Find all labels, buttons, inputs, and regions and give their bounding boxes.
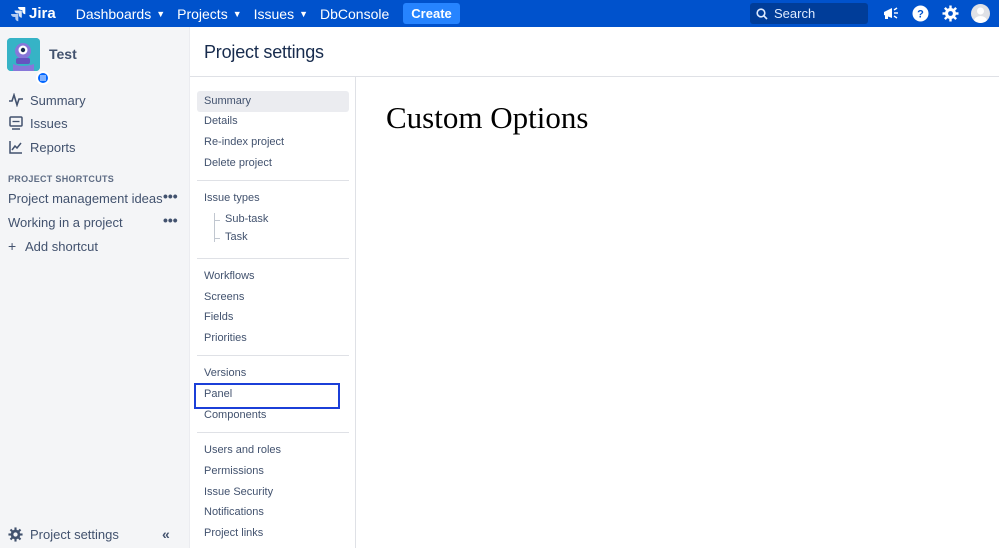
project-avatar[interactable] [7,38,50,85]
settings-nav-permissions[interactable]: Permissions [197,461,349,482]
settings-nav-divider [197,258,349,259]
nav-projects-label: Projects [177,5,228,22]
project-type-badge-icon [36,71,50,85]
project-sidebar: Test Summary Issues Reports PROJECT SHOR… [0,27,190,548]
search-placeholder: Search [774,6,816,21]
shortcuts-heading: PROJECT SHORTCUTS [8,174,115,184]
collapse-sidebar-icon[interactable]: « [162,526,170,542]
chevron-down-icon: ▼ [232,8,242,19]
settings-nav-notifications[interactable]: Notifications [197,502,349,523]
help-icon[interactable]: ? [911,4,930,23]
shortcut-project-management-ideas[interactable]: Project management ideas [8,191,163,206]
settings-nav-issue-security[interactable]: Issue Security [197,482,349,503]
megaphone-icon[interactable] [881,4,900,23]
sidebar-item-issues[interactable]: Issues [8,115,68,131]
settings-nav-screens[interactable]: Screens [197,287,349,308]
search-icon [756,7,768,20]
settings-nav-users-and-roles[interactable]: Users and roles [197,440,349,461]
sidebar-item-issues-label: Issues [30,115,68,131]
tree-connector [214,238,220,239]
nav-dashboards[interactable]: Dashboards ▼ [70,0,171,27]
settings-nav-reindex-project[interactable]: Re-index project [197,132,349,153]
sidebar-item-summary[interactable]: Summary [8,92,86,108]
project-name[interactable]: Test [49,46,77,62]
settings-nav-fields[interactable]: Fields [197,307,349,328]
jira-logo-icon [11,6,26,21]
settings-nav-sub-task[interactable]: Sub-task [225,213,268,225]
nav-issues[interactable]: Issues ▼ [248,0,314,27]
settings-icon [8,526,24,542]
settings-nav-summary[interactable]: Summary [197,91,349,112]
content-heading: Custom Options [386,100,589,135]
settings-icon[interactable] [941,4,960,23]
settings-navigation: Summary Details Re-index project Delete … [190,77,356,548]
summary-icon [8,92,24,108]
svg-text:?: ? [917,9,924,21]
sidebar-item-summary-label: Summary [30,92,86,108]
settings-nav-divider [197,432,349,433]
nav-projects[interactable]: Projects ▼ [171,0,248,27]
settings-nav-versions[interactable]: Versions [197,363,349,384]
search-input[interactable]: Search [750,3,868,24]
chevron-down-icon: ▼ [156,8,166,19]
sidebar-footer-label: Project settings [30,526,119,542]
nav-issues-label: Issues [253,5,295,22]
sidebar-project-settings[interactable]: Project settings [8,526,119,542]
settings-nav-details[interactable]: Details [197,111,349,132]
sidebar-item-reports-label: Reports [30,139,76,155]
create-button[interactable]: Create [403,3,460,24]
more-options-icon[interactable]: ••• [163,212,178,228]
settings-nav-divider [197,180,349,181]
jira-logo[interactable]: Jira [10,5,56,22]
sidebar-item-reports[interactable]: Reports [8,139,76,155]
shortcut-working-in-a-project[interactable]: Working in a project [8,215,123,230]
panel-highlight-box [194,383,340,409]
add-shortcut-button[interactable]: + Add shortcut [8,238,98,254]
settings-nav-priorities[interactable]: Priorities [197,328,349,349]
settings-nav-delete-project[interactable]: Delete project [197,153,349,174]
nav-dbconsole-label: DbConsole [320,5,390,22]
settings-nav-workflows[interactable]: Workflows [197,266,349,287]
nav-dbconsole[interactable]: DbConsole [314,0,395,27]
settings-nav-project-links[interactable]: Project links [197,523,349,544]
user-avatar[interactable] [971,4,990,23]
settings-nav-task[interactable]: Task [225,231,248,243]
chevron-down-icon: ▼ [299,8,309,19]
jira-logo-text: Jira [29,5,56,22]
nav-dashboards-label: Dashboards [75,5,152,22]
tree-connector [214,220,220,221]
add-shortcut-label: Add shortcut [25,238,98,254]
reports-icon [8,139,24,155]
more-options-icon[interactable]: ••• [163,188,178,204]
settings-nav-issue-types[interactable]: Issue types [197,188,349,209]
settings-nav-divider [197,355,349,356]
issues-icon [8,115,24,131]
plus-icon: + [8,238,17,254]
page-title: Project settings [204,42,324,62]
